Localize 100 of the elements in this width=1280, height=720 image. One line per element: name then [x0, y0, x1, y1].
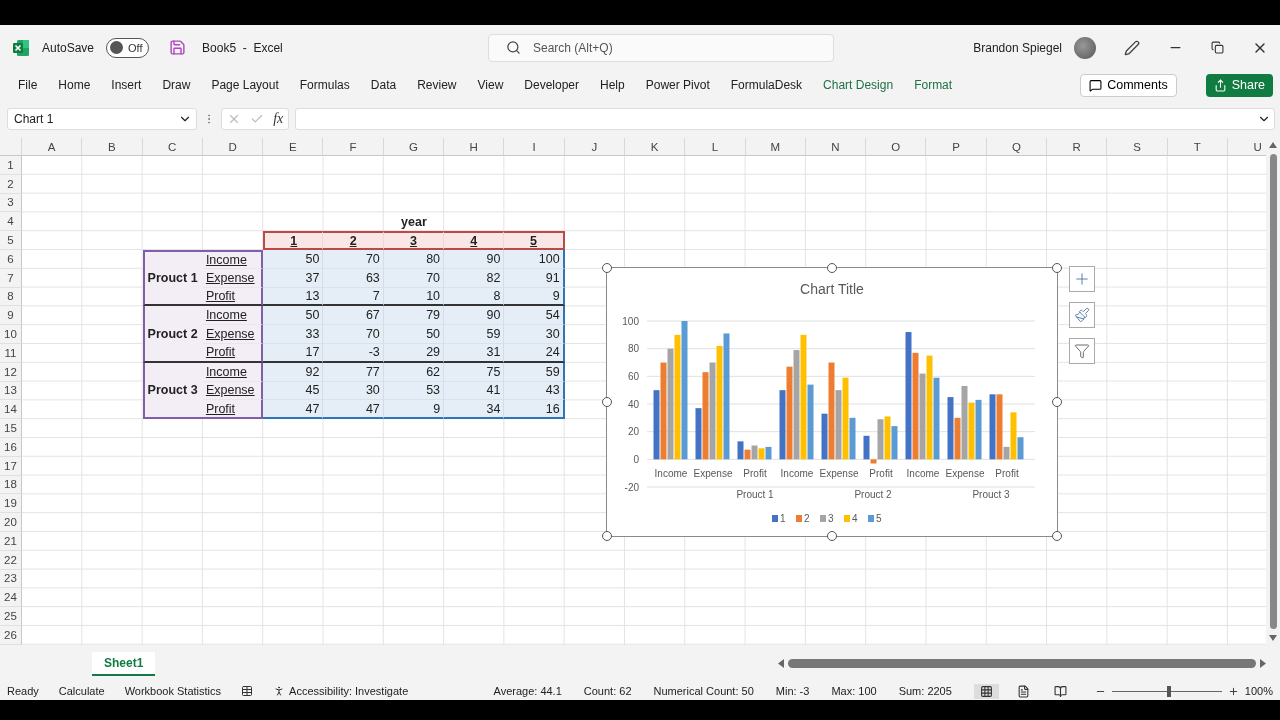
column-header[interactable]: U	[1227, 138, 1266, 156]
chart-styles-button[interactable]	[1069, 302, 1095, 328]
column-header[interactable]: Q	[986, 138, 1048, 156]
book-icon	[1053, 684, 1067, 698]
row-header[interactable]: 24	[0, 588, 22, 608]
grid-icon	[979, 684, 993, 698]
year-column-header: 2	[323, 231, 384, 250]
column-header[interactable]: D	[202, 138, 264, 156]
ribbon-tab[interactable]: File	[18, 78, 38, 92]
row-header[interactable]: 25	[0, 607, 22, 626]
scroll-left-icon[interactable]	[778, 659, 784, 668]
row-header[interactable]: 20	[0, 513, 22, 532]
insert-function-button[interactable]: fx	[273, 111, 284, 127]
share-icon	[1213, 78, 1227, 92]
row-header[interactable]: 9	[0, 306, 22, 326]
resize-handle[interactable]	[1052, 531, 1062, 541]
row-header[interactable]: 14	[0, 400, 22, 420]
column-header[interactable]: H	[444, 138, 505, 156]
column-header[interactable]: T	[1167, 138, 1228, 156]
name-box[interactable]: Chart 1	[7, 108, 197, 130]
ribbon-tab[interactable]: Home	[58, 78, 91, 92]
column-header[interactable]: M	[745, 138, 806, 156]
search-field[interactable]: Search (Alt+Q)	[488, 33, 834, 62]
row-header[interactable]: 15	[0, 419, 22, 438]
comments-button[interactable]: Comments	[1080, 73, 1177, 97]
value-cell: 30	[504, 325, 565, 344]
row-header[interactable]: 5	[0, 231, 22, 250]
column-header[interactable]: A	[22, 138, 83, 156]
ribbon-tab[interactable]: Format	[914, 78, 953, 92]
column-header[interactable]: B	[82, 138, 143, 156]
column-header[interactable]: O	[866, 138, 927, 156]
resize-handle[interactable]	[602, 397, 612, 407]
scroll-down-icon[interactable]	[1269, 635, 1277, 641]
ribbon-tab[interactable]: View	[477, 78, 504, 92]
category-label: Profit	[995, 468, 1019, 479]
value-cell: 50	[263, 306, 324, 326]
row-header[interactable]: 19	[0, 494, 22, 514]
category-label: Expense	[693, 468, 733, 479]
ribbon-tab[interactable]: Help	[600, 78, 625, 92]
value-cell: 67	[323, 306, 384, 326]
accessibility-status[interactable]: Accessibility: Investigate	[289, 685, 409, 697]
autosave-toggle[interactable]: Off	[106, 37, 150, 58]
resize-handle[interactable]	[1052, 397, 1062, 407]
y-tick-label: 40	[627, 398, 639, 410]
column-header[interactable]: N	[805, 138, 867, 156]
share-button[interactable]: Share	[1205, 73, 1273, 97]
avatar[interactable]	[1074, 36, 1096, 59]
column-header[interactable]: R	[1047, 138, 1108, 156]
row-header[interactable]: 1	[0, 156, 22, 175]
column-header[interactable]: P	[926, 138, 987, 156]
row-header[interactable]: 10	[0, 325, 22, 344]
category-label: Expense	[819, 468, 859, 479]
ribbon-tab[interactable]: Review	[417, 78, 457, 92]
column-header[interactable]: L	[685, 138, 746, 156]
column-header[interactable]: K	[624, 138, 686, 156]
row-label: Income	[202, 306, 264, 326]
check-icon[interactable]	[249, 112, 264, 126]
zoom-level[interactable]: 100%	[1244, 685, 1273, 697]
row-header[interactable]: 4	[0, 212, 22, 232]
resize-handle[interactable]	[602, 531, 612, 541]
row-label: Expense	[202, 325, 264, 344]
resize-handle[interactable]	[827, 531, 837, 541]
resize-handle[interactable]	[1052, 263, 1062, 273]
zoom-in-icon[interactable]	[1227, 685, 1239, 697]
column-header[interactable]: F	[323, 138, 384, 156]
value-cell: 90	[444, 306, 505, 326]
scroll-right-icon[interactable]	[1260, 659, 1266, 668]
formula-input[interactable]	[295, 108, 1275, 130]
column-header[interactable]: C	[142, 138, 203, 156]
zoom-thumb[interactable]	[1167, 685, 1172, 697]
ribbon-tab[interactable]: FormulaDesk	[730, 78, 803, 92]
ribbon-tab[interactable]: Insert	[111, 78, 142, 92]
normal-view-button[interactable]	[973, 683, 999, 699]
pen-icon[interactable]	[1124, 39, 1140, 56]
resize-handle[interactable]	[827, 263, 837, 273]
restore-icon[interactable]	[1211, 41, 1224, 54]
sheet-tab[interactable]: Sheet1	[92, 651, 156, 676]
scroll-up-icon[interactable]	[1269, 142, 1277, 148]
column-header[interactable]: E	[263, 138, 324, 156]
resize-handle[interactable]	[602, 263, 612, 273]
year-header: year	[400, 213, 428, 231]
vertical-scroll-thumb[interactable]	[1269, 154, 1277, 629]
column-header[interactable]: J	[564, 138, 625, 156]
statistics-icon[interactable]	[241, 685, 254, 697]
column-header[interactable]: G	[383, 138, 445, 156]
category-group-label: Prouct 3	[972, 489, 1010, 500]
chart-filter-button[interactable]	[1069, 338, 1095, 364]
ribbon-tab[interactable]: Power Pivot	[645, 78, 710, 92]
column-header[interactable]: S	[1107, 138, 1168, 156]
legend-label: 5	[876, 513, 882, 524]
ribbon-tab[interactable]: Developer	[524, 78, 579, 92]
horizontal-scroll-thumb[interactable]	[788, 659, 1256, 668]
ribbon-tab[interactable]: Formulas	[299, 78, 350, 92]
category-label: Expense	[945, 468, 985, 479]
ribbon-tab[interactable]: Chart Design	[823, 78, 894, 92]
save-icon[interactable]	[169, 39, 187, 56]
column-header[interactable]: I	[504, 138, 565, 156]
ribbon-tab[interactable]: Data	[370, 78, 397, 92]
ribbon-tab[interactable]: Page Layout	[211, 78, 279, 92]
ribbon-tab[interactable]: Draw	[162, 78, 191, 92]
